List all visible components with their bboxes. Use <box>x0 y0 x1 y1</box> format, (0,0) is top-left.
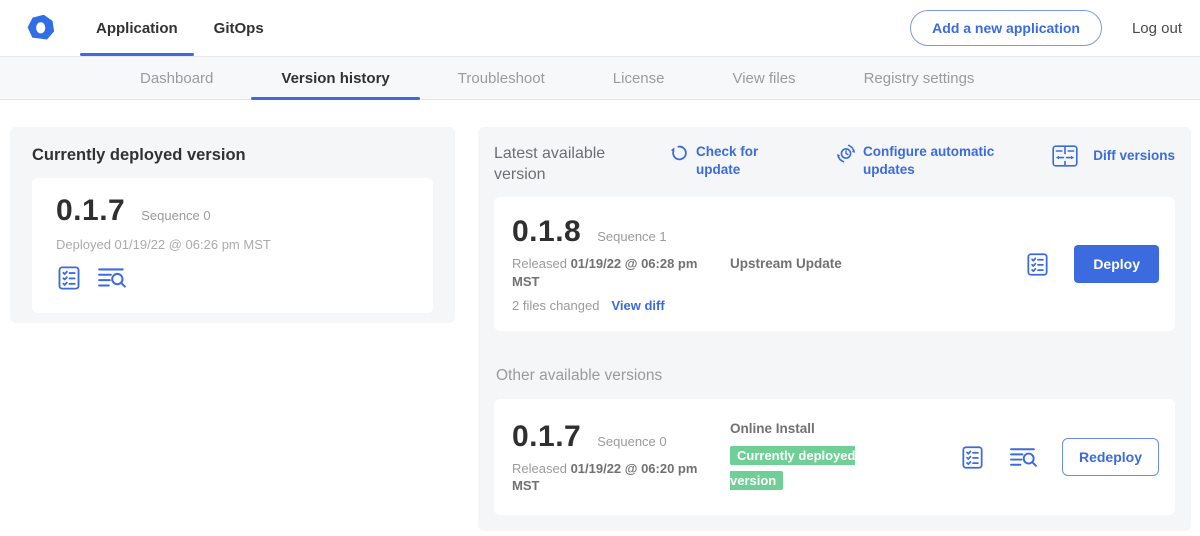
configure-automatic-updates-label: Configure automatic updates <box>863 143 1015 178</box>
top-bar: Application GitOps Add a new application… <box>0 0 1200 57</box>
app-subnav: Dashboard Version history Troubleshoot L… <box>0 57 1200 100</box>
scheduled-update-icon <box>836 143 856 163</box>
app-logo-icon <box>26 13 56 43</box>
other-version-card: 0.1.7 Sequence 0 Released 01/19/22 @ 06:… <box>494 399 1175 515</box>
other-released-timestamp: Released 01/19/22 @ 06:20 pm MST <box>512 460 708 495</box>
files-changed-label: 2 files changed <box>512 298 599 313</box>
tab-application-label: Application <box>96 20 178 37</box>
latest-sequence-label: Sequence 1 <box>597 229 666 244</box>
subnav-dashboard[interactable]: Dashboard <box>106 57 247 99</box>
check-for-update-label: Check for update <box>696 143 780 178</box>
top-bar-right: Add a new application Log out <box>910 10 1182 46</box>
deployed-timestamp: Deployed 01/19/22 @ 06:26 pm MST <box>56 237 409 252</box>
subnav-version-history[interactable]: Version history <box>247 57 423 99</box>
currently-deployed-panel: Currently deployed version 0.1.7 Sequenc… <box>10 127 455 323</box>
latest-version-card: 0.1.8 Sequence 1 Released 01/19/22 @ 06:… <box>494 197 1175 331</box>
latest-version-number: 0.1.8 <box>512 215 581 249</box>
latest-released-timestamp: Released 01/19/22 @ 06:28 pm MST <box>512 255 708 290</box>
latest-available-title: Latest available version <box>494 143 626 185</box>
currently-deployed-title: Currently deployed version <box>32 146 433 165</box>
other-available-versions-title: Other available versions <box>496 367 1173 385</box>
other-version-number: 0.1.7 <box>512 420 581 454</box>
tab-application[interactable]: Application <box>78 0 196 56</box>
log-search-icon[interactable] <box>1009 445 1038 470</box>
deployed-version-card: 0.1.7 Sequence 0 Deployed 01/19/22 @ 06:… <box>32 178 433 313</box>
available-versions-panel: Latest available version Check for updat… <box>478 127 1191 531</box>
refresh-icon <box>670 143 689 162</box>
subnav-registry-settings[interactable]: Registry settings <box>830 57 1009 99</box>
other-sequence-label: Sequence 0 <box>597 434 666 449</box>
diff-versions-label: Diff versions <box>1093 147 1175 165</box>
tab-gitops[interactable]: GitOps <box>196 0 282 56</box>
subnav-license[interactable]: License <box>579 57 699 99</box>
checklist-icon[interactable] <box>56 265 82 291</box>
other-source-label: Online Install <box>730 421 960 436</box>
configure-automatic-updates-button[interactable]: Configure automatic updates <box>836 143 1015 178</box>
redeploy-button[interactable]: Redeploy <box>1062 438 1159 476</box>
diff-versions-icon <box>1052 145 1078 167</box>
deployed-version-number: 0.1.7 <box>56 194 125 228</box>
available-versions-header: Latest available version Check for updat… <box>494 143 1175 185</box>
tab-gitops-label: GitOps <box>214 20 264 37</box>
subnav-view-files[interactable]: View files <box>698 57 829 99</box>
latest-source-label: Upstream Update <box>730 256 842 271</box>
check-for-update-button[interactable]: Check for update <box>670 143 780 178</box>
diff-versions-button[interactable]: Diff versions <box>1052 145 1175 167</box>
main-content: Currently deployed version 0.1.7 Sequenc… <box>0 100 1200 531</box>
add-application-button[interactable]: Add a new application <box>910 10 1102 46</box>
view-diff-link[interactable]: View diff <box>611 298 664 313</box>
deployed-sequence-label: Sequence 0 <box>141 208 210 223</box>
checklist-icon[interactable] <box>1025 252 1050 277</box>
log-search-icon[interactable] <box>97 265 127 291</box>
logout-button[interactable]: Log out <box>1132 20 1182 37</box>
deploy-button[interactable]: Deploy <box>1074 245 1159 283</box>
subnav-troubleshoot[interactable]: Troubleshoot <box>424 57 579 99</box>
top-tabs: Application GitOps <box>78 0 282 56</box>
currently-deployed-badge: Currently deployed version <box>730 446 855 490</box>
checklist-icon[interactable] <box>960 445 985 470</box>
